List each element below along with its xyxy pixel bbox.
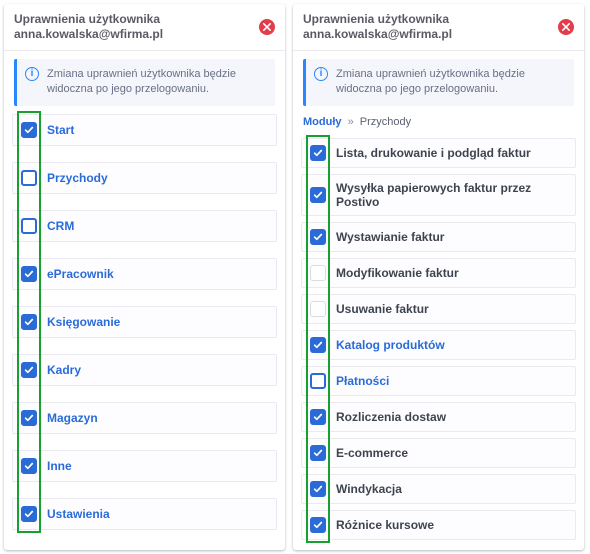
list-item[interactable]: Wysyłka papierowych faktur przez Postivo — [301, 174, 576, 216]
item-label[interactable]: Magazyn — [47, 411, 98, 425]
checkbox[interactable] — [310, 481, 326, 497]
checkbox[interactable] — [21, 122, 37, 138]
list-item[interactable]: ePracownik — [12, 258, 277, 290]
checkbox[interactable] — [21, 410, 37, 426]
item-label[interactable]: CRM — [47, 219, 74, 233]
breadcrumb: Moduły » Przychody — [293, 112, 584, 134]
permissions-panel-modules: Uprawnienia użytkownika anna.kowalska@wf… — [4, 4, 285, 550]
item-label[interactable]: Start — [47, 123, 74, 137]
item-label[interactable]: Wystawianie faktur — [336, 230, 444, 244]
close-button[interactable] — [259, 19, 275, 35]
item-label[interactable]: Ustawienia — [47, 507, 110, 521]
item-label[interactable]: Usuwanie faktur — [336, 302, 429, 316]
module-list: Start Przychody CRM ePracownik Księgowanie Ka… — [4, 112, 285, 544]
list-item[interactable]: E-commerce — [301, 438, 576, 468]
checkbox[interactable] — [310, 229, 326, 245]
info-icon: i — [314, 67, 328, 81]
list-item[interactable]: Usuwanie faktur — [301, 294, 576, 324]
list-item[interactable]: Start — [12, 114, 277, 146]
breadcrumb-separator: » — [348, 116, 354, 128]
item-label[interactable]: Rozliczenia dostaw — [336, 410, 446, 424]
checkbox[interactable] — [21, 506, 37, 522]
list-item[interactable]: Magazyn — [12, 402, 277, 434]
checkbox[interactable] — [21, 170, 37, 186]
checkbox[interactable] — [21, 218, 37, 234]
info-text: Zmiana uprawnień użytkownika będzie wido… — [47, 67, 265, 98]
list-item[interactable]: Modyfikowanie faktur — [301, 258, 576, 288]
list-item[interactable]: Ustawienia — [12, 498, 277, 530]
info-icon: i — [25, 67, 39, 81]
list-item[interactable]: Rozliczenia dostaw — [301, 402, 576, 432]
permissions-panel-detail: Uprawnienia użytkownika anna.kowalska@wf… — [293, 4, 584, 550]
item-label[interactable]: Wysyłka papierowych faktur przez Postivo — [336, 181, 567, 209]
list-item[interactable]: Lista, drukowanie i podgląd faktur — [301, 138, 576, 168]
item-label[interactable]: Inne — [47, 459, 72, 473]
info-text: Zmiana uprawnień użytkownika będzie wido… — [336, 67, 564, 98]
item-label[interactable]: Lista, drukowanie i podgląd faktur — [336, 146, 531, 160]
checkbox[interactable] — [310, 445, 326, 461]
panel-title: Uprawnienia użytkownika anna.kowalska@wf… — [14, 12, 251, 42]
checkbox[interactable] — [21, 266, 37, 282]
list-item[interactable]: Księgowanie — [12, 306, 277, 338]
checkbox[interactable] — [310, 265, 326, 281]
list-item[interactable]: Katalog produktów — [301, 330, 576, 360]
item-label[interactable]: Płatności — [336, 374, 389, 388]
titlebar: Uprawnienia użytkownika anna.kowalska@wf… — [293, 4, 584, 51]
checkbox[interactable] — [310, 301, 326, 317]
list-item[interactable]: Różnice kursowe — [301, 510, 576, 540]
list-item[interactable]: Wystawianie faktur — [301, 222, 576, 252]
info-notice: i Zmiana uprawnień użytkownika będzie wi… — [303, 59, 574, 106]
item-label[interactable]: Katalog produktów — [336, 338, 445, 352]
panel-title: Uprawnienia użytkownika anna.kowalska@wf… — [303, 12, 550, 42]
list-item[interactable]: Płatności — [301, 366, 576, 396]
list-item[interactable]: Kadry — [12, 354, 277, 386]
breadcrumb-root[interactable]: Moduły — [303, 116, 342, 128]
breadcrumb-current: Przychody — [360, 116, 411, 128]
info-notice: i Zmiana uprawnień użytkownika będzie wi… — [14, 59, 275, 106]
list-item[interactable]: CRM — [12, 210, 277, 242]
checkbox[interactable] — [310, 145, 326, 161]
item-label[interactable]: Modyfikowanie faktur — [336, 266, 459, 280]
close-button[interactable] — [558, 19, 574, 35]
close-icon — [263, 23, 271, 31]
item-label[interactable]: Kadry — [47, 363, 81, 377]
item-label[interactable]: Przychody — [47, 171, 108, 185]
checkbox[interactable] — [310, 337, 326, 353]
list-item[interactable]: Windykacja — [301, 474, 576, 504]
item-label[interactable]: Windykacja — [336, 482, 402, 496]
checkbox[interactable] — [21, 458, 37, 474]
checkbox[interactable] — [21, 362, 37, 378]
checkbox[interactable] — [21, 314, 37, 330]
permission-list: Lista, drukowanie i podgląd faktur Wysyłk… — [293, 134, 584, 550]
item-label[interactable]: Księgowanie — [47, 315, 120, 329]
checkbox[interactable] — [310, 517, 326, 533]
close-icon — [562, 23, 570, 31]
checkbox[interactable] — [310, 409, 326, 425]
checkbox[interactable] — [310, 187, 326, 203]
item-label[interactable]: E-commerce — [336, 446, 408, 460]
list-item[interactable]: Przychody — [12, 162, 277, 194]
item-label[interactable]: ePracownik — [47, 267, 114, 281]
list-item[interactable]: Inne — [12, 450, 277, 482]
checkbox[interactable] — [310, 373, 326, 389]
titlebar: Uprawnienia użytkownika anna.kowalska@wf… — [4, 4, 285, 51]
